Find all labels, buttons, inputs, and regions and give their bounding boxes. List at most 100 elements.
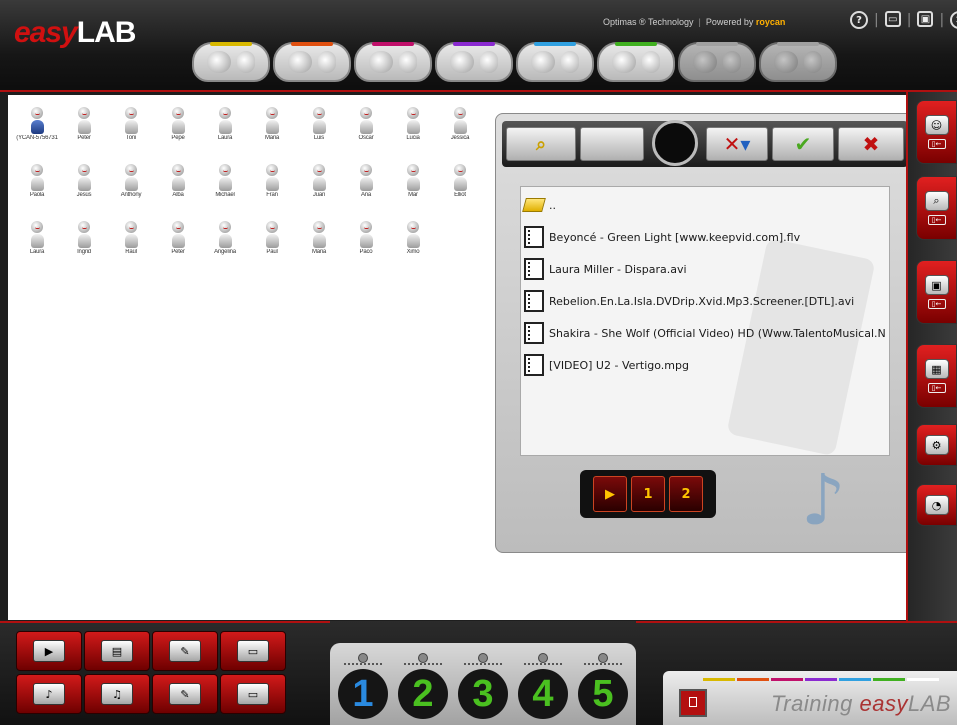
group-tab-5[interactable] xyxy=(516,42,594,82)
parent-folder-item[interactable]: .. xyxy=(521,191,556,219)
student-avatar-icon xyxy=(30,164,44,192)
send-to-student-button[interactable]: ▶ xyxy=(593,476,627,512)
group-tab-6[interactable] xyxy=(597,42,675,82)
channel-1-button[interactable]: 1 xyxy=(338,653,388,719)
student-18[interactable]: Ana xyxy=(343,158,389,204)
student-24[interactable]: Peter xyxy=(155,215,201,261)
blank-button[interactable] xyxy=(580,127,644,161)
channel-level xyxy=(524,663,562,665)
check-icon: ✔ xyxy=(794,132,812,156)
group-tab-4[interactable] xyxy=(435,42,513,82)
channel-2-button[interactable]: 2 xyxy=(398,653,448,719)
send-files-icon: ▤ xyxy=(101,640,133,662)
channel-1-button[interactable]: 1 xyxy=(631,476,665,512)
group-tab-2[interactable] xyxy=(273,42,351,82)
student-name: Raúl xyxy=(125,249,137,255)
bottom-bar: ▶ ▤ ✎ ▭ ♪ ♫ ✎ ▭ 12345 Training easyLAB xyxy=(0,621,957,725)
file-item[interactable]: [VIDEO] U2 - Vertigo.mpg xyxy=(521,351,689,379)
student-26[interactable]: Paul xyxy=(249,215,295,261)
student-4[interactable]: Pepe xyxy=(155,101,201,147)
send-music-button[interactable]: ♫ xyxy=(84,674,150,714)
file-item[interactable]: Laura Miller - Dispara.avi xyxy=(521,255,687,283)
student-20[interactable]: Elliot xyxy=(437,158,483,204)
student-2[interactable]: Peter xyxy=(61,101,107,147)
group-tab-3[interactable] xyxy=(354,42,432,82)
group-person-icon xyxy=(642,51,660,73)
folder-search-button[interactable]: ⌕ xyxy=(506,127,576,161)
student-27[interactable]: Maria xyxy=(296,215,342,261)
music-pen-button[interactable]: ✎ xyxy=(152,674,218,714)
send-files-button[interactable]: ▤ xyxy=(84,631,150,671)
cancel-button[interactable]: ✖ xyxy=(838,127,904,161)
training-exit-button[interactable] xyxy=(679,689,707,717)
confirm-button[interactable]: ✔ xyxy=(772,127,834,161)
training-color-strip xyxy=(703,678,939,681)
channel-led xyxy=(478,653,488,663)
student-9[interactable]: Lucia xyxy=(390,101,436,147)
student-21[interactable]: Laura xyxy=(14,215,60,261)
file-item[interactable]: Shakira - She Wolf (Official Video) HD (… xyxy=(521,319,886,347)
student-13[interactable]: Anthony xyxy=(108,158,154,204)
student-avatar-icon xyxy=(218,221,232,249)
file-item[interactable]: Rebelion.En.La.Isla.DVDrip.Xvid.Mp3.Scre… xyxy=(521,287,854,315)
student-screen-button[interactable]: ▭ xyxy=(220,674,286,714)
keyboard-lock-button[interactable]: ▦ ▯← xyxy=(916,344,957,408)
student-22[interactable]: Ingrid xyxy=(61,215,107,261)
channel-4-button[interactable]: 4 xyxy=(518,653,568,719)
student-23[interactable]: Raúl xyxy=(108,215,154,261)
student-5[interactable]: Laura xyxy=(202,101,248,147)
group-person-icon xyxy=(804,51,822,73)
broadcast-video-icon: ▶ xyxy=(33,640,65,662)
speed-gauge-button[interactable]: ◔ xyxy=(916,484,957,526)
student-28[interactable]: Paco xyxy=(343,215,389,261)
broadcast-video-button[interactable]: ▶ xyxy=(16,631,82,671)
help-button[interactable]: ? xyxy=(850,11,868,29)
student-12[interactable]: Jesús xyxy=(61,158,107,204)
close-button[interactable]: ✕ xyxy=(950,11,957,29)
film-pen-button[interactable]: ✎ xyxy=(152,631,218,671)
group-tab-8[interactable] xyxy=(759,42,837,82)
restore-button[interactable]: ▣ xyxy=(917,11,934,27)
student-folder-icon: ▶ xyxy=(605,486,615,502)
students-group-button[interactable]: ☺ ▯← xyxy=(916,100,957,164)
projector-button[interactable]: ▣ ▯← xyxy=(916,260,957,324)
student-29[interactable]: Ximo xyxy=(390,215,436,261)
student-7[interactable]: Luis xyxy=(296,101,342,147)
student-3[interactable]: Toni xyxy=(108,101,154,147)
group-color-bar xyxy=(696,42,738,46)
student-name: Maria xyxy=(264,135,279,141)
student-avatar-icon xyxy=(218,107,232,135)
group-color-bar xyxy=(453,42,495,46)
student-16[interactable]: Fran xyxy=(249,158,295,204)
student-14[interactable]: Alba xyxy=(155,158,201,204)
monitor-search-icon: ⌕ xyxy=(924,191,949,211)
settings-users-button[interactable]: ⚙ xyxy=(916,424,957,466)
student-name: Elliot xyxy=(454,192,466,198)
group-tab-7[interactable] xyxy=(678,42,756,82)
group-person-icon xyxy=(399,51,417,73)
remote-screen-button[interactable]: ⌕ ▯← xyxy=(916,176,957,240)
student-19[interactable]: Mar xyxy=(390,158,436,204)
group-tab-1[interactable] xyxy=(192,42,270,82)
channel-5-button[interactable]: 5 xyxy=(578,653,628,719)
student-15[interactable]: Michael xyxy=(202,158,248,204)
minimize-button[interactable]: ▭ xyxy=(884,11,901,27)
student-25[interactable]: Angelina xyxy=(202,215,248,261)
record-circle[interactable] xyxy=(652,120,698,166)
file-name: Shakira - She Wolf (Official Video) HD (… xyxy=(549,326,886,340)
file-item[interactable]: Beyoncé - Green Light [www.keepvid.com].… xyxy=(521,223,800,251)
student-1[interactable]: (YCAN-5756731 xyxy=(14,101,60,147)
student-8[interactable]: Óscar xyxy=(343,101,389,147)
channel-3-button[interactable]: 3 xyxy=(458,653,508,719)
teacher-screen-button[interactable]: ▭ xyxy=(220,631,286,671)
student-11[interactable]: Paola xyxy=(14,158,60,204)
student-avatar-icon xyxy=(406,221,420,249)
broadcast-audio-button[interactable]: ♪ xyxy=(16,674,82,714)
student-17[interactable]: Juan xyxy=(296,158,342,204)
filter-remove-button[interactable]: ✕▾ xyxy=(706,127,768,161)
student-10[interactable]: Jessica xyxy=(437,101,483,147)
channel-2-button[interactable]: 2 xyxy=(669,476,703,512)
student-6[interactable]: Maria xyxy=(249,101,295,147)
student-avatar-icon xyxy=(359,164,373,192)
file-list[interactable]: .. Beyoncé - Green Light [www.keepvid.com… xyxy=(520,186,890,456)
